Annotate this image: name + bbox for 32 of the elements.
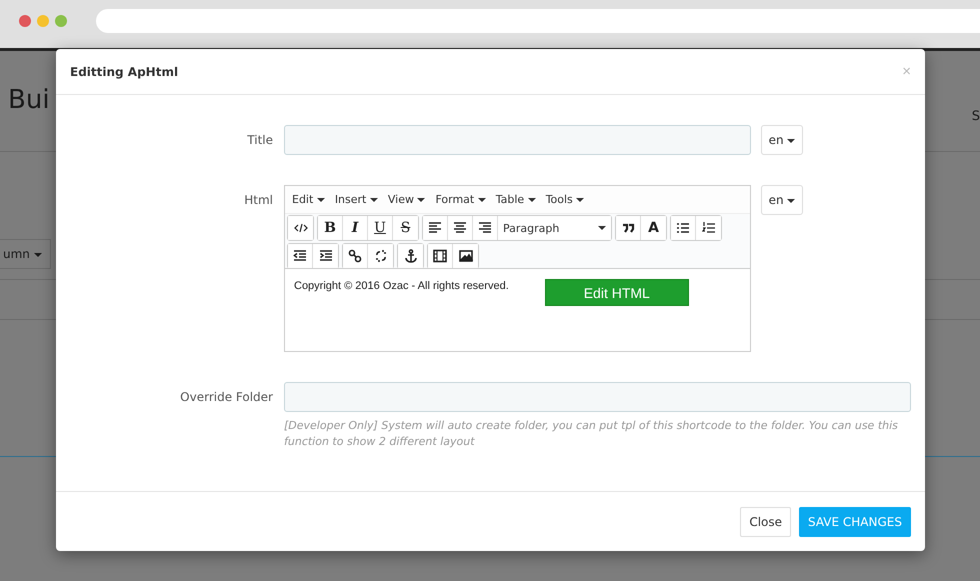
anchor-icon[interactable] — [398, 244, 423, 268]
help-text: [Developer Only] System will auto create folder, you can put tpl of this shortcode to the folder. You can use this function to show 2 different layout — [284, 418, 899, 450]
menu-item[interactable]: Table — [492, 193, 540, 206]
menu-item[interactable]: Edit — [288, 193, 329, 206]
title-input[interactable] — [284, 125, 751, 155]
outdent-icon[interactable] — [288, 244, 313, 268]
maximize-dot[interactable] — [55, 15, 67, 27]
modal-title: Editting ApHtml — [70, 64, 178, 78]
minimize-dot[interactable] — [37, 15, 49, 27]
menu-item[interactable]: Insert — [330, 193, 382, 206]
column-dropdown[interactable]: umn — [0, 239, 51, 269]
folder-input[interactable] — [284, 382, 911, 412]
field-label: Override Folder — [179, 390, 274, 404]
field-label: Title — [246, 133, 274, 147]
edit-html-button[interactable]: Edit HTML — [544, 279, 689, 306]
language-dropdown[interactable]: en — [761, 125, 803, 155]
close-dot[interactable] — [19, 15, 31, 27]
bold-button[interactable]: B — [318, 216, 343, 240]
bullet-list-icon[interactable] — [671, 216, 696, 240]
film-icon[interactable] — [428, 244, 453, 268]
menu-item[interactable]: View — [384, 193, 430, 206]
menu-item[interactable]: Format — [431, 193, 490, 206]
menu-item[interactable]: Tools — [542, 193, 588, 206]
language-dropdown[interactable]: en — [761, 185, 803, 215]
page-heading: Bui — [8, 85, 50, 115]
code-icon[interactable] — [288, 216, 313, 240]
link-icon[interactable] — [343, 244, 368, 268]
quote-icon[interactable] — [616, 216, 641, 240]
close-button[interactable]: Close — [740, 506, 792, 536]
editor-text: Copyright © 2016 Ozac - All rights reserved. — [294, 280, 509, 292]
side-text: S — [972, 109, 980, 124]
field-label: Html — [243, 192, 274, 207]
